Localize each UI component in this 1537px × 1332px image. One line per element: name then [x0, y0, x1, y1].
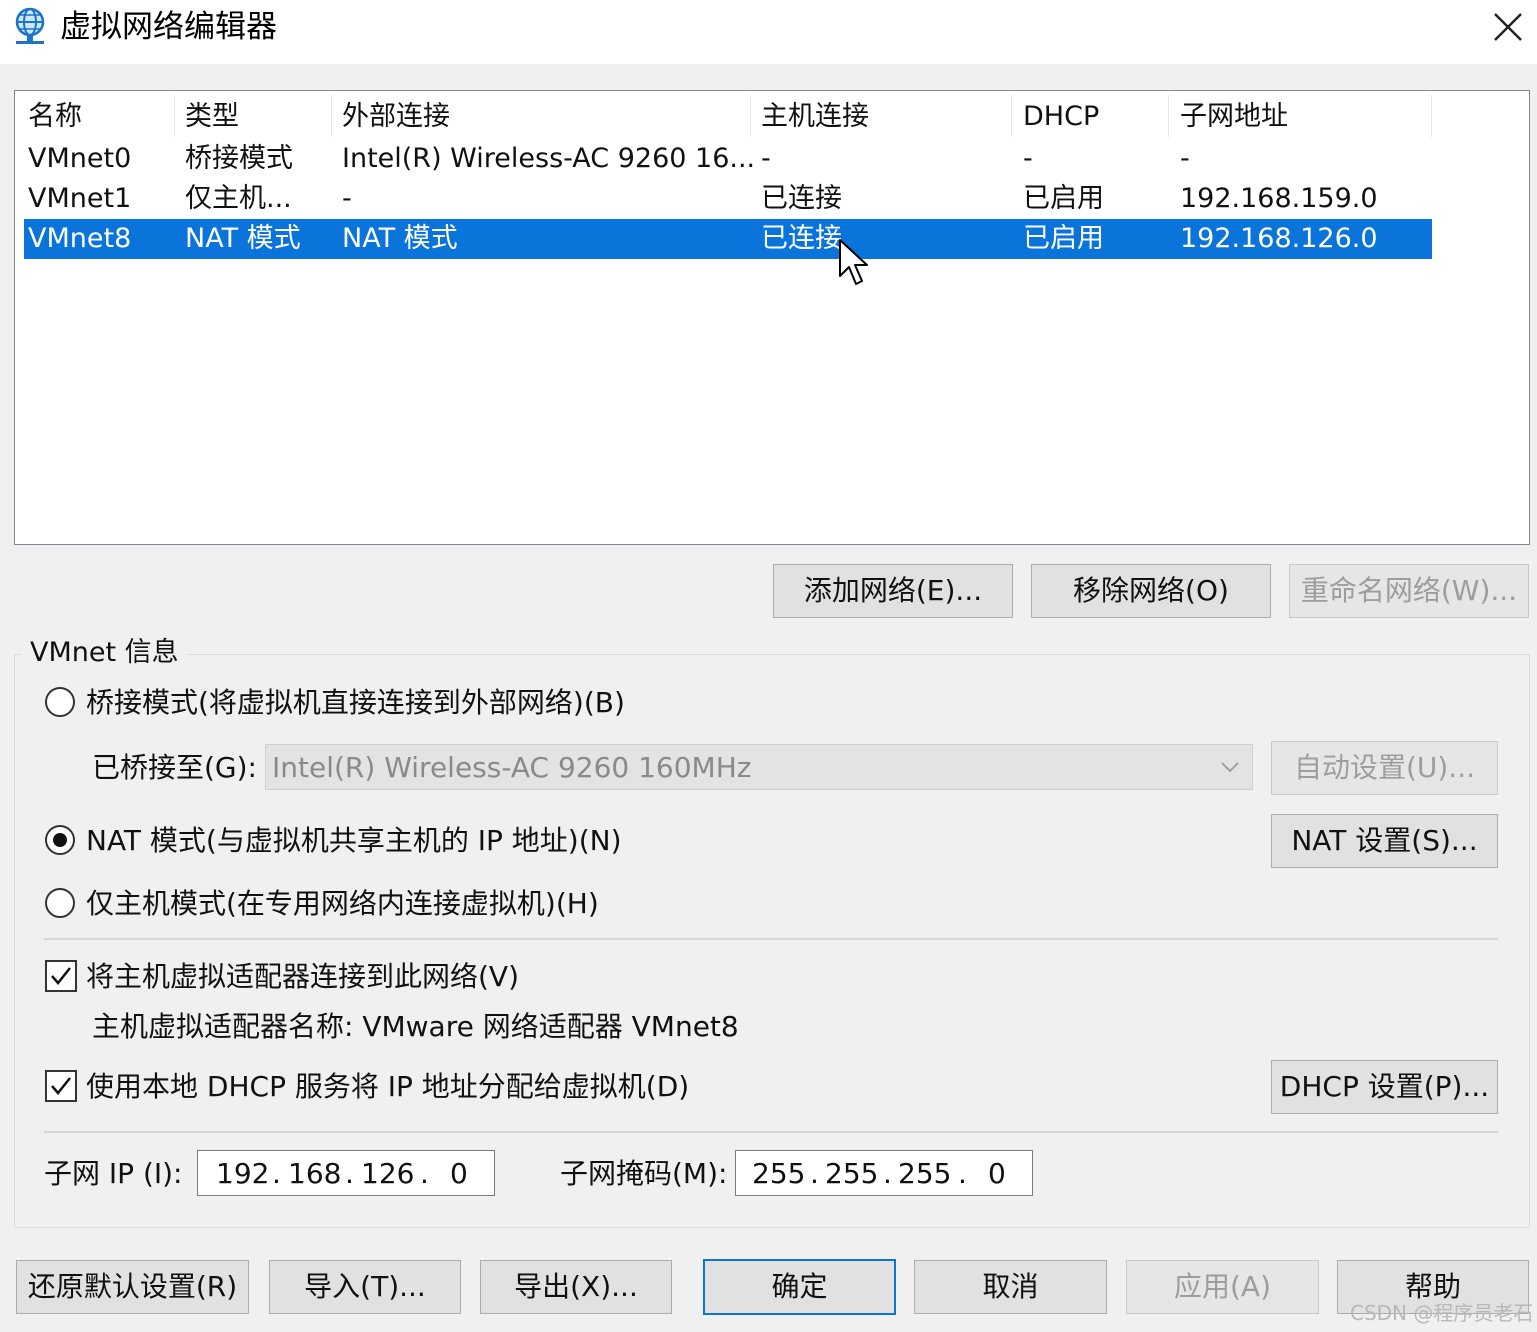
connect-adapter-label[interactable]: 将主机虚拟适配器连接到此网络(V) — [86, 958, 519, 996]
network-list[interactable]: 名称 类型 外部连接 主机连接 DHCP 子网地址 VMnet0 桥接模式 In… — [14, 90, 1530, 545]
nat-mode-radio[interactable] — [45, 825, 75, 855]
title-bar: 虚拟网络编辑器 — [0, 0, 1537, 64]
subnet-ip-input[interactable]: 192 . 168 . 126 . 0 — [197, 1150, 495, 1196]
column-divider[interactable] — [174, 95, 175, 137]
bridged-mode-label[interactable]: 桥接模式(将虚拟机直接连接到外部网络)(B) — [86, 684, 625, 722]
ip-octet[interactable]: 0 — [450, 1154, 468, 1194]
dhcp-settings-button[interactable]: DHCP 设置(P)... — [1271, 1060, 1498, 1114]
table-row[interactable]: VMnet0 桥接模式 Intel(R) Wireless-AC 9260 16… — [24, 139, 1432, 179]
bridged-to-value: Intel(R) Wireless-AC 9260 160MHz — [272, 751, 752, 784]
mask-octet[interactable]: 255 — [752, 1154, 805, 1194]
cancel-button[interactable]: 取消 — [914, 1260, 1107, 1314]
column-divider[interactable] — [1168, 95, 1169, 137]
ip-octet[interactable]: 192 — [216, 1154, 269, 1194]
cell-name: VMnet0 — [28, 143, 132, 174]
column-header-external[interactable]: 外部连接 — [342, 97, 450, 137]
bridged-to-label: 已桥接至(G): — [92, 751, 257, 784]
cell-dhcp: - — [1023, 143, 1033, 174]
subnet-ip-label: 子网 IP (I): — [44, 1157, 183, 1190]
cell-dhcp: 已启用 — [1023, 223, 1104, 254]
auto-settings-button[interactable]: 自动设置(U)... — [1271, 741, 1498, 795]
checkmark-icon — [51, 1077, 71, 1095]
column-divider[interactable] — [331, 95, 332, 137]
cell-subnet: 192.168.159.0 — [1180, 183, 1378, 214]
ip-octet[interactable]: 168 — [288, 1154, 341, 1194]
host-only-mode-label[interactable]: 仅主机模式(在专用网络内连接虚拟机)(H) — [86, 885, 599, 923]
export-button[interactable]: 导出(X)... — [480, 1260, 672, 1314]
ip-separator: . — [272, 1157, 281, 1190]
ip-separator: . — [345, 1157, 354, 1190]
column-header-subnet[interactable]: 子网地址 — [1180, 97, 1288, 137]
host-only-mode-radio[interactable] — [45, 888, 75, 918]
table-row[interactable]: VMnet1 仅主机... - 已连接 已启用 192.168.159.0 — [24, 179, 1432, 219]
cell-host: - — [761, 143, 771, 174]
column-header-host[interactable]: 主机连接 — [761, 97, 869, 137]
divider — [44, 938, 1498, 940]
mask-octet[interactable]: 255 — [898, 1154, 951, 1194]
radio-selected-dot — [53, 833, 67, 847]
nat-settings-button[interactable]: NAT 设置(S)... — [1271, 814, 1498, 868]
add-network-button[interactable]: 添加网络(E)... — [773, 564, 1013, 618]
chevron-down-icon — [1221, 762, 1239, 773]
cell-type: NAT 模式 — [185, 223, 301, 254]
window-title: 虚拟网络编辑器 — [60, 9, 277, 45]
import-button[interactable]: 导入(T)... — [269, 1260, 461, 1314]
dhcp-checkbox[interactable] — [45, 1070, 77, 1102]
ok-button[interactable]: 确定 — [703, 1259, 896, 1315]
cell-subnet: 192.168.126.0 — [1180, 223, 1378, 254]
cell-type: 桥接模式 — [185, 143, 293, 174]
subnet-mask-label: 子网掩码(M): — [560, 1157, 728, 1190]
cell-name: VMnet1 — [28, 183, 132, 214]
apply-button[interactable]: 应用(A) — [1126, 1260, 1319, 1314]
cell-external: NAT 模式 — [342, 223, 458, 254]
column-divider[interactable] — [1011, 95, 1012, 137]
mask-octet[interactable]: 0 — [988, 1154, 1006, 1194]
column-divider[interactable] — [1431, 95, 1432, 137]
dhcp-label[interactable]: 使用本地 DHCP 服务将 IP 地址分配给虚拟机(D) — [86, 1068, 689, 1106]
divider — [44, 1131, 1498, 1133]
ip-separator: . — [420, 1157, 429, 1190]
cell-name: VMnet8 — [28, 223, 132, 254]
ip-octet[interactable]: 126 — [361, 1154, 414, 1194]
watermark: CSDN @程序员老石 — [1350, 1301, 1534, 1325]
bridged-to-select[interactable]: Intel(R) Wireless-AC 9260 160MHz — [265, 744, 1253, 790]
connect-adapter-checkbox[interactable] — [45, 960, 77, 992]
ip-separator: . — [958, 1157, 967, 1190]
vmnet-info-legend: VMnet 信息 — [22, 634, 187, 672]
cell-host: 已连接 — [761, 223, 842, 254]
restore-defaults-button[interactable]: 还原默认设置(R) — [16, 1260, 249, 1314]
remove-network-button[interactable]: 移除网络(O) — [1031, 564, 1271, 618]
bridged-mode-radio[interactable] — [45, 687, 75, 717]
cell-dhcp: 已启用 — [1023, 183, 1104, 214]
ip-separator: . — [883, 1157, 892, 1190]
close-icon — [1494, 13, 1522, 41]
rename-network-button[interactable]: 重命名网络(W)... — [1289, 564, 1529, 618]
column-divider[interactable] — [750, 95, 751, 137]
cell-type: 仅主机... — [185, 183, 292, 214]
cell-external: Intel(R) Wireless-AC 9260 16... — [342, 143, 756, 174]
mask-octet[interactable]: 255 — [825, 1154, 878, 1194]
globe-network-icon — [15, 7, 45, 44]
column-header-type[interactable]: 类型 — [185, 97, 239, 137]
column-header-dhcp[interactable]: DHCP — [1023, 97, 1099, 137]
close-button[interactable] — [1483, 4, 1533, 50]
checkmark-icon — [51, 967, 71, 985]
subnet-mask-input[interactable]: 255 . 255 . 255 . 0 — [735, 1150, 1033, 1196]
ip-separator: . — [810, 1157, 819, 1190]
table-row-selected[interactable]: VMnet8 NAT 模式 NAT 模式 已连接 已启用 192.168.126… — [24, 219, 1432, 259]
nat-mode-label[interactable]: NAT 模式(与虚拟机共享主机的 IP 地址)(N) — [86, 822, 622, 860]
adapter-name-text: 主机虚拟适配器名称: VMware 网络适配器 VMnet8 — [92, 1010, 739, 1043]
column-header-name[interactable]: 名称 — [28, 97, 82, 137]
cell-host: 已连接 — [761, 183, 842, 214]
cell-subnet: - — [1180, 143, 1190, 174]
cell-external: - — [342, 183, 352, 214]
